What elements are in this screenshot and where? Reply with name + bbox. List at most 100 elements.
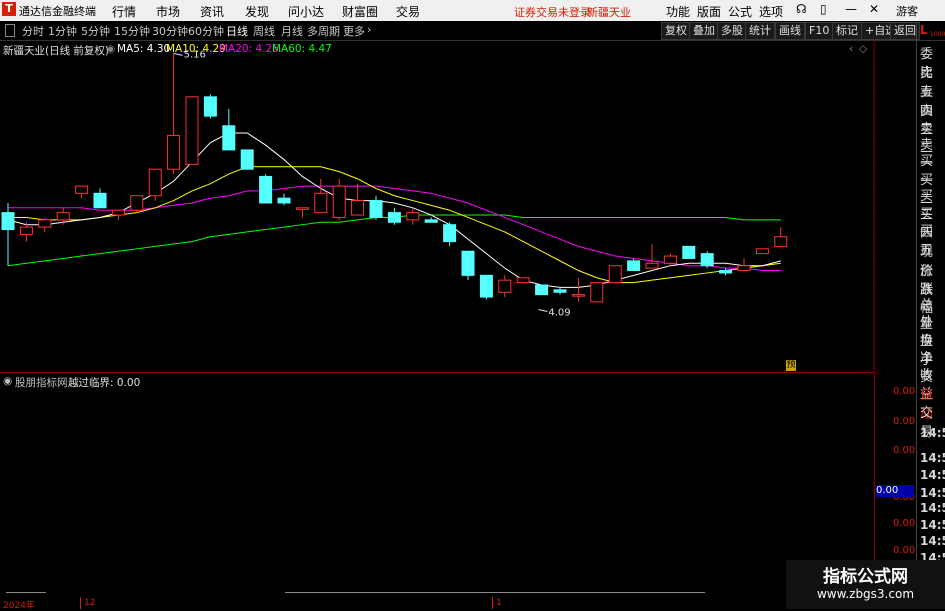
candle-body	[222, 125, 236, 151]
candle-body	[314, 192, 328, 214]
indicator-tick: 0.00	[893, 545, 916, 556]
candle-body	[663, 255, 677, 264]
scroll-indicator[interactable]	[6, 592, 46, 593]
menu-zixun[interactable]: 资讯	[200, 3, 224, 20]
candle-body	[590, 282, 604, 303]
period-monthly[interactable]: 月线	[281, 23, 303, 39]
watermark-url: www.zbgs3.com	[816, 587, 915, 601]
stock-name-link[interactable]: 新疆天业	[587, 4, 631, 20]
candle-body	[1, 212, 15, 231]
candle	[167, 53, 181, 175]
btn-biaoji[interactable]: 标记	[832, 22, 862, 40]
chevron-right-icon[interactable]: ›	[367, 23, 371, 36]
candle	[719, 268, 733, 276]
candle	[645, 243, 659, 269]
period-15min[interactable]: 15分钟	[114, 23, 150, 39]
candle-body	[645, 262, 659, 269]
btn-diejia[interactable]: 叠加	[689, 22, 719, 40]
menu-hangqing[interactable]: 行情	[112, 3, 136, 20]
sidebar-badge-sub: 1000	[930, 31, 945, 38]
indicator-toggle-icon[interactable]: ◉	[3, 375, 12, 387]
candle-body	[406, 212, 420, 221]
menu-shichang[interactable]: 市场	[156, 3, 180, 20]
period-more[interactable]: 更多	[343, 23, 365, 39]
min-price-pointer	[538, 309, 548, 313]
candle	[627, 258, 641, 272]
app-name: 通达信金融终端	[19, 5, 96, 18]
candle-body	[479, 274, 493, 298]
menu-gongneng[interactable]: 功能	[666, 3, 690, 20]
candle	[737, 258, 751, 272]
menu-xuanxiang[interactable]: 选项	[759, 3, 783, 20]
trade-login-warning[interactable]: 证券交易未登录	[514, 4, 591, 20]
candle	[443, 222, 457, 247]
menu-caifuquan[interactable]: 财富圈	[342, 3, 378, 20]
period-multi[interactable]: 多周期	[307, 23, 340, 39]
indicator-tick: 0.00	[893, 386, 916, 397]
period-weekly[interactable]: 周线	[253, 23, 275, 39]
candle-body	[148, 168, 162, 197]
candle-body	[571, 294, 585, 297]
candle-body	[535, 284, 549, 296]
btn-duogu[interactable]: 多股	[717, 22, 747, 40]
sidebar-time: 14:56	[920, 468, 945, 482]
candle-body	[167, 134, 181, 170]
candle	[553, 287, 567, 295]
menu-jiaoyi[interactable]: 交易	[396, 3, 420, 20]
scroll-indicator[interactable]	[285, 592, 705, 593]
menu-banmian[interactable]: 版面	[697, 3, 721, 20]
panel-divider	[0, 372, 875, 373]
candle-body	[185, 96, 199, 165]
candle	[185, 96, 199, 165]
candle	[535, 284, 549, 296]
candle	[755, 248, 769, 255]
candle-body	[332, 185, 346, 218]
candle-body	[19, 226, 33, 235]
menu-faxian[interactable]: 发现	[245, 3, 269, 20]
period-30min[interactable]: 30分钟	[152, 23, 188, 39]
candle	[351, 183, 365, 216]
btn-f10[interactable]: F10	[805, 22, 834, 40]
candle	[461, 250, 475, 281]
btn-tongji[interactable]: 统计	[745, 22, 775, 40]
candle-body	[369, 200, 383, 218]
candle-body	[38, 219, 52, 228]
candle-body	[424, 219, 438, 223]
indicator-name: 股朋指标网	[15, 377, 68, 389]
watermark-title: 指标公式网	[823, 567, 908, 587]
panel-toggle-icon[interactable]	[5, 24, 15, 37]
candle	[93, 188, 107, 209]
headset-icon[interactable]: ☊	[796, 2, 807, 16]
sidebar-time: 14:56	[920, 518, 945, 532]
phone-icon[interactable]: ▯	[820, 2, 827, 16]
title-bar: T 通达信金融终端 行情 市场 资讯 发现 问小达 财富圈 交易 证券交易未登录…	[0, 0, 945, 21]
candle-body	[203, 96, 217, 117]
candle	[130, 195, 144, 213]
candle	[479, 274, 493, 300]
candle	[571, 277, 585, 302]
candlestick-chart[interactable]: 5.004.904.804.704.604.504.404.304.20 5.1…	[0, 40, 875, 372]
candle	[111, 209, 125, 220]
btn-fuquan[interactable]: 复权	[661, 22, 691, 40]
menu-wenxiaoda[interactable]: 问小达	[288, 3, 324, 20]
candle	[75, 185, 89, 199]
minimize-icon[interactable]: —	[845, 2, 857, 16]
period-daily[interactable]: 日线	[226, 23, 248, 39]
user-guest[interactable]: 游客	[896, 3, 918, 19]
period-5min[interactable]: 5分钟	[81, 23, 110, 39]
period-60min[interactable]: 60分钟	[188, 23, 224, 39]
period-fenshi[interactable]: 分时	[22, 23, 44, 39]
candle-body	[259, 175, 273, 204]
candle-body	[682, 245, 696, 259]
menu-gongshi[interactable]: 公式	[728, 3, 752, 20]
candle-body	[111, 209, 125, 216]
close-icon[interactable]: ✕	[869, 2, 879, 16]
timeline-year: 2024年	[3, 601, 35, 611]
btn-huaxian[interactable]: 画线	[775, 22, 805, 40]
period-1min[interactable]: 1分钟	[48, 23, 77, 39]
candle-body	[700, 253, 714, 267]
sidebar-time: 14:56	[920, 501, 945, 515]
candle	[1, 202, 15, 266]
candle-body	[387, 212, 401, 223]
max-price-pointer	[173, 52, 183, 56]
